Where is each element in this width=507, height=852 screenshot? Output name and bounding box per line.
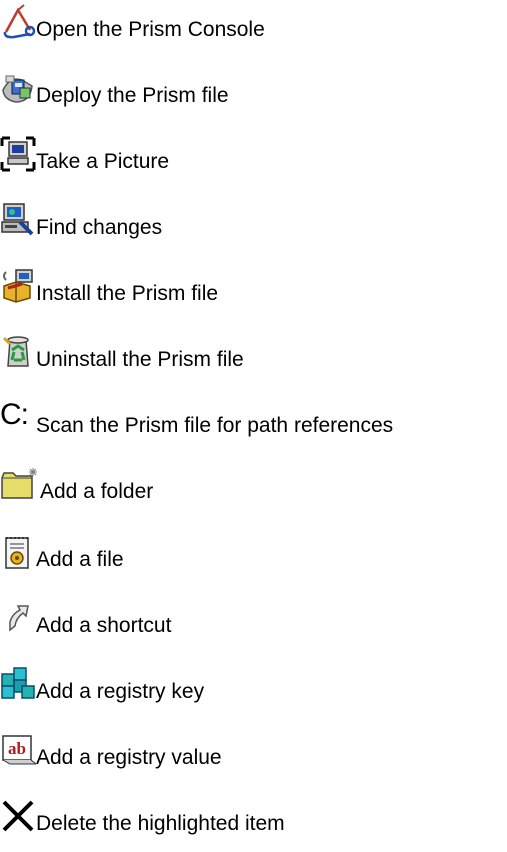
legend-label: Open the Prism Console	[36, 18, 265, 41]
camera-monitor-icon	[0, 136, 36, 172]
legend-item-add-registry-value: ab Add a registry value	[0, 732, 222, 768]
legend-label: Delete the highlighted item	[36, 812, 285, 835]
file-gear-icon	[0, 534, 36, 570]
uninstall-recycle-icon	[0, 334, 36, 370]
legend-item-deploy: Deploy the Prism file	[0, 70, 229, 106]
legend-item-add-registry-key: Add a registry key	[0, 666, 204, 702]
legend-label: Install the Prism file	[36, 282, 219, 305]
legend-label: Add a shortcut	[36, 614, 172, 637]
legend-label: Add a folder	[40, 480, 154, 503]
legend-label: Scan the Prism file for path references	[36, 414, 394, 437]
install-package-icon	[0, 268, 36, 304]
delete-x-icon	[0, 798, 36, 834]
legend-label: Take a Picture	[36, 150, 170, 173]
legend-label: Add a registry key	[36, 680, 205, 703]
console-icon	[0, 4, 36, 40]
deploy-icon	[0, 70, 36, 106]
legend-item-open-console: Open the Prism Console	[0, 4, 265, 40]
legend-item-uninstall: Uninstall the Prism file	[0, 334, 244, 370]
legend-label: Find changes	[36, 216, 163, 239]
legend-item-scan-paths: C: Scan the Prism file for path referenc…	[0, 398, 394, 437]
registry-value-icon: ab	[0, 732, 36, 768]
legend-label: Deploy the Prism file	[36, 84, 229, 107]
legend-item-add-shortcut: Add a shortcut	[0, 600, 171, 636]
drive-c-icon: C:	[0, 398, 29, 431]
registry-value-glyph: ab	[8, 739, 26, 758]
legend-label: Uninstall the Prism file	[36, 348, 244, 371]
new-folder-icon	[0, 466, 40, 502]
shortcut-arrow-icon	[0, 600, 36, 636]
legend-label: Add a registry value	[36, 746, 222, 769]
legend-item-install: Install the Prism file	[0, 268, 218, 304]
legend-label: Add a file	[36, 548, 124, 571]
legend-item-take-picture: Take a Picture	[0, 136, 169, 172]
legend-item-find-changes: Find changes	[0, 202, 162, 238]
registry-key-icon	[0, 666, 36, 702]
find-changes-icon	[0, 202, 36, 238]
legend-item-delete: Delete the highlighted item	[0, 798, 285, 834]
legend-item-add-folder: Add a folder	[0, 466, 153, 502]
legend-item-add-file: Add a file	[0, 534, 124, 570]
